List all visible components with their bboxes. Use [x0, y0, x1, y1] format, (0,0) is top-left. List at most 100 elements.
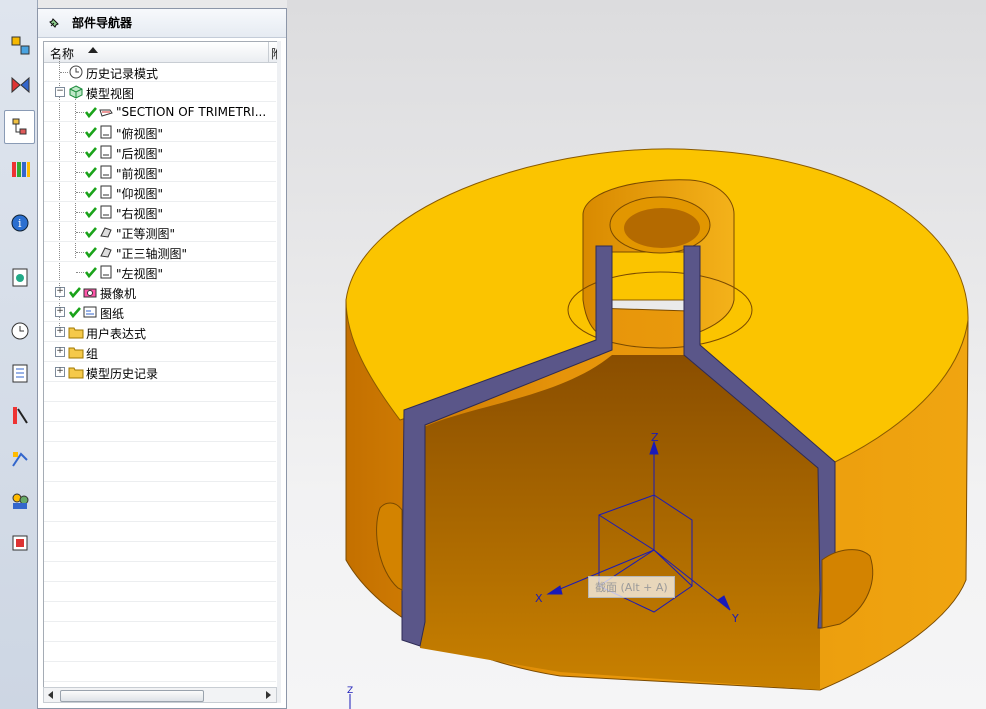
tree-line	[76, 172, 84, 173]
visualization-icon[interactable]	[4, 526, 35, 560]
tree-row[interactable]: − 模型视图	[44, 82, 276, 102]
reuse-library-icon[interactable]	[4, 152, 35, 186]
tree-item-label: "正三轴测图"	[116, 247, 188, 261]
tree-row[interactable]: "俯视图"	[44, 122, 276, 142]
constraint-navigator-icon[interactable]	[4, 68, 35, 102]
pin-icon[interactable]	[48, 17, 60, 29]
part-navigator-icon[interactable]	[4, 110, 35, 144]
empty-row	[44, 422, 276, 442]
horizontal-scrollbar[interactable]	[43, 687, 277, 703]
assembly-navigator-icon[interactable]	[4, 28, 35, 62]
graphics-window[interactable]: Z X Y Z	[287, 0, 986, 709]
check-icon[interactable]	[84, 125, 98, 139]
expand-toggle[interactable]: −	[55, 87, 65, 97]
axis-y-label: Y	[731, 612, 739, 625]
folder-icon	[68, 367, 84, 379]
check-icon[interactable]	[84, 105, 98, 119]
boss-bore-inner	[624, 208, 700, 248]
expand-toggle[interactable]: +	[55, 307, 65, 317]
tree-row[interactable]: "前视图"	[44, 162, 276, 182]
navigator-tree[interactable]: 名称 附 历史记录模式 − 模型视图 "SECTION OF TRIMETRI... "…	[43, 41, 279, 689]
tree-row[interactable]: "正三轴测图"	[44, 242, 276, 262]
model-view[interactable]: Z X Y Z	[287, 0, 986, 709]
tree-item-label: "SECTION OF TRIMETRI...	[116, 105, 267, 119]
tree-item-label: 组	[86, 347, 99, 361]
tree-row[interactable]: + 图纸	[44, 302, 276, 322]
check-icon[interactable]	[84, 225, 98, 239]
check-icon[interactable]	[84, 145, 98, 159]
part-navigator-panel: 部件导航器 名称 附 历史记录模式 − 模型视图 "SECTION OF TRIMET…	[37, 8, 287, 709]
camera-icon	[83, 288, 97, 298]
tree-row[interactable]: 历史记录模式	[44, 62, 276, 82]
check-icon[interactable]	[84, 185, 98, 199]
tree-row[interactable]: + 组	[44, 342, 276, 362]
tree-item-label: 摄像机	[100, 287, 137, 301]
tree-line	[76, 212, 84, 213]
navigator-title-bar: 部件导航器	[38, 9, 286, 38]
expand-toggle[interactable]: +	[55, 367, 65, 377]
svg-text:i: i	[18, 217, 22, 230]
scroll-right-icon[interactable]	[266, 691, 271, 699]
tree-line	[60, 72, 68, 73]
axis-x-label: X	[535, 592, 543, 605]
check-icon[interactable]	[84, 265, 98, 279]
check-icon[interactable]	[84, 165, 98, 179]
tree-row[interactable]: "右视图"	[44, 202, 276, 222]
tree-item-label: 历史记录模式	[86, 67, 159, 81]
check-icon[interactable]	[84, 245, 98, 259]
tree-item-label: "后视图"	[116, 147, 164, 161]
expand-toggle[interactable]: +	[55, 347, 65, 357]
empty-row	[44, 662, 276, 682]
check-icon[interactable]	[84, 205, 98, 219]
constraint-navigator-icon-glyph	[11, 76, 29, 94]
history-icon[interactable]	[4, 314, 35, 348]
empty-row	[44, 642, 276, 662]
tree-item-label: "左视图"	[116, 267, 164, 281]
view-icon	[100, 205, 112, 219]
tree-line	[76, 192, 84, 193]
expand-toggle[interactable]: +	[55, 327, 65, 337]
process-navigator-icon-glyph	[12, 364, 27, 383]
visualization-icon-glyph	[12, 535, 27, 551]
iso-view-icon	[100, 227, 112, 238]
expand-toggle[interactable]: +	[55, 287, 65, 297]
scroll-thumb[interactable]	[60, 690, 204, 702]
empty-row	[44, 482, 276, 502]
scroll-left-icon[interactable]	[48, 691, 53, 699]
system-materials-icon[interactable]	[4, 442, 35, 476]
view-icon	[100, 185, 112, 199]
empty-row	[44, 402, 276, 422]
vertical-scrollbar[interactable]	[277, 41, 281, 703]
roles-icon[interactable]	[4, 484, 35, 518]
tree-row[interactable]: "正等测图"	[44, 222, 276, 242]
tree-row[interactable]: "仰视图"	[44, 182, 276, 202]
folder-icon	[68, 327, 84, 339]
reuse-library-icon-glyph	[11, 162, 30, 177]
tree-row[interactable]: + 摄像机	[44, 282, 276, 302]
tree-line	[76, 272, 84, 273]
tree-row[interactable]: + 用户表达式	[44, 322, 276, 342]
process-navigator-icon[interactable]	[4, 356, 35, 390]
tree-row[interactable]: "SECTION OF TRIMETRI...	[44, 102, 276, 122]
info-icon-glyph: i	[11, 214, 28, 232]
info-icon[interactable]: i	[4, 206, 35, 240]
empty-row	[44, 382, 276, 402]
history-icon-glyph	[11, 322, 28, 340]
tree-row[interactable]: + 模型历史记录	[44, 362, 276, 382]
column-separator[interactable]	[268, 42, 269, 62]
check-icon[interactable]	[68, 285, 82, 299]
navigator-title: 部件导航器	[72, 16, 133, 30]
check-icon[interactable]	[68, 305, 82, 319]
section-tooltip: 截面 (Alt + A)	[588, 576, 675, 598]
column-header[interactable]: 名称 附	[44, 42, 278, 63]
web-browser-icon[interactable]	[4, 260, 35, 294]
tree-item-label: "右视图"	[116, 207, 164, 221]
tree-row[interactable]: "后视图"	[44, 142, 276, 162]
view-icon	[100, 265, 112, 279]
column-name-header[interactable]: 名称	[50, 45, 74, 62]
part-navigator-icon-glyph	[12, 118, 26, 135]
color-palette-icon[interactable]	[4, 398, 35, 432]
view-icon	[100, 145, 112, 159]
tree-line	[76, 232, 84, 233]
tree-row[interactable]: "左视图"	[44, 262, 276, 282]
